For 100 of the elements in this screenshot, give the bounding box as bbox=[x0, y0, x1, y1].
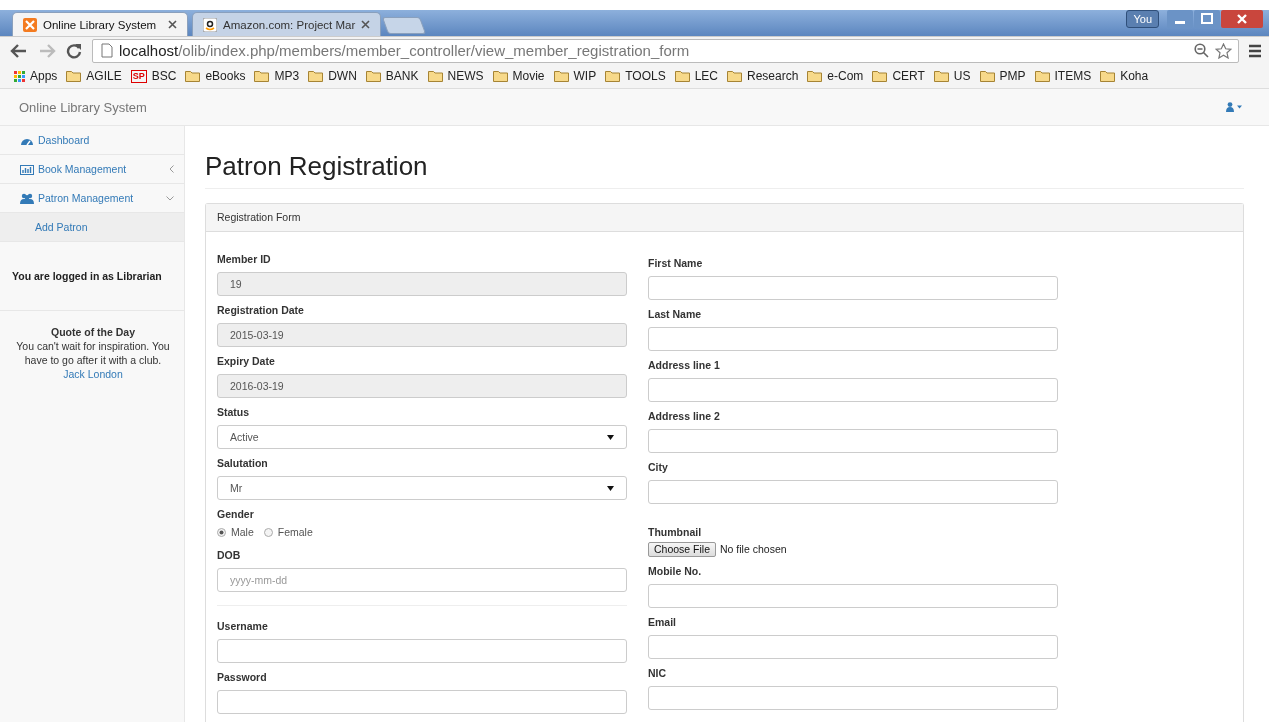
bookmark-item[interactable]: SP BSC bbox=[130, 69, 177, 83]
sidebar-item[interactable]: Dashboard bbox=[0, 126, 184, 155]
bookmark-item[interactable]: ITEMS bbox=[1034, 69, 1092, 83]
folder-icon bbox=[254, 70, 270, 82]
bookmark-item[interactable]: CERT bbox=[872, 69, 925, 83]
app-favicon-icon bbox=[23, 17, 37, 32]
folder-icon bbox=[872, 70, 888, 82]
field-label: City bbox=[648, 460, 669, 474]
browser-tab[interactable]: Amazon.com: Project Mar bbox=[192, 12, 382, 36]
field-label: Username bbox=[217, 619, 269, 633]
folder-icon bbox=[933, 70, 949, 82]
panel-heading: Registration Form bbox=[206, 204, 1243, 232]
page-icon bbox=[101, 43, 113, 58]
folder-icon bbox=[1034, 70, 1050, 82]
folder-icon bbox=[727, 70, 742, 82]
close-icon[interactable] bbox=[1221, 10, 1263, 28]
shop-favicon-icon bbox=[203, 17, 217, 32]
input-field[interactable] bbox=[648, 429, 1058, 453]
field-label: Gender bbox=[217, 507, 255, 521]
field-label: Thumbnail bbox=[648, 525, 703, 539]
bookmark-item[interactable]: Research bbox=[727, 69, 799, 83]
app-brand[interactable]: Online Library System bbox=[19, 99, 147, 115]
user-badge[interactable]: You bbox=[1126, 10, 1159, 28]
folder-icon bbox=[674, 70, 690, 82]
field-label: Registration Date bbox=[217, 303, 305, 317]
back-icon[interactable] bbox=[10, 42, 28, 59]
bookmark-item[interactable]: PMP bbox=[979, 69, 1026, 83]
apps-grid-icon bbox=[14, 70, 25, 82]
close-icon[interactable] bbox=[168, 20, 177, 29]
bookmark-item[interactable]: NEWS bbox=[427, 69, 484, 83]
input-field[interactable] bbox=[648, 378, 1058, 402]
bookmark-item[interactable]: LEC bbox=[674, 69, 718, 83]
input-field[interactable] bbox=[648, 276, 1058, 300]
input-field: 2015-03-19 bbox=[217, 323, 627, 347]
star-icon[interactable] bbox=[1215, 42, 1232, 59]
sidebar-subitem[interactable]: Add Patron bbox=[0, 213, 184, 242]
input-field[interactable]: yyyy-mm-dd bbox=[217, 568, 627, 592]
field-label: Password bbox=[217, 670, 268, 684]
user-menu-icon[interactable] bbox=[1226, 102, 1242, 112]
forward-icon[interactable] bbox=[38, 42, 56, 59]
reload-icon[interactable] bbox=[66, 42, 82, 59]
sidebar-item[interactable]: Book Management bbox=[0, 155, 184, 184]
choose-file-button[interactable]: Choose File bbox=[648, 541, 717, 557]
input-field[interactable] bbox=[217, 639, 627, 663]
bookmark-item[interactable]: Movie bbox=[492, 69, 545, 83]
radio-option[interactable]: Female bbox=[263, 526, 313, 538]
field-label: Salutation bbox=[217, 456, 269, 470]
new-tab-button[interactable] bbox=[382, 17, 427, 34]
login-status: You are logged in as Librarian bbox=[0, 242, 184, 311]
quote-heading: Quote of the Day bbox=[50, 325, 136, 339]
browser-tab[interactable]: Online Library System bbox=[12, 12, 188, 36]
dropdown-arrow-icon bbox=[607, 485, 614, 491]
menu-icon[interactable] bbox=[1249, 43, 1261, 58]
input-field[interactable] bbox=[648, 327, 1058, 351]
folder-icon bbox=[807, 70, 823, 82]
dropdown[interactable]: Active bbox=[217, 425, 627, 449]
field-label: Expiry Date bbox=[217, 354, 276, 368]
dropdown-arrow-icon bbox=[607, 434, 614, 440]
bookmark-item[interactable]: BANK bbox=[365, 69, 419, 83]
bookmark-item[interactable]: eBooks bbox=[185, 69, 246, 83]
field-label: Status bbox=[217, 405, 251, 419]
folder-icon bbox=[66, 70, 82, 82]
bookmark-item[interactable]: Apps bbox=[14, 69, 58, 83]
input-field[interactable] bbox=[648, 584, 1058, 608]
field-label: Last Name bbox=[648, 307, 703, 321]
bookmark-item[interactable]: e-Com bbox=[807, 69, 864, 83]
bookmark-item[interactable]: MP3 bbox=[254, 69, 300, 83]
folder-icon bbox=[427, 70, 443, 82]
input-field[interactable] bbox=[648, 686, 1058, 710]
folder-icon bbox=[553, 70, 569, 82]
bar-chart-icon bbox=[20, 163, 34, 175]
input-field[interactable] bbox=[217, 690, 627, 714]
folder-icon bbox=[365, 70, 381, 82]
bookmark-item[interactable]: WIP bbox=[553, 69, 597, 83]
dropdown[interactable]: Mr bbox=[217, 476, 627, 500]
bookmark-item[interactable]: Koha bbox=[1100, 69, 1149, 83]
bookmark-item[interactable]: DWN bbox=[308, 69, 357, 83]
radio-option[interactable]: Male bbox=[217, 526, 254, 538]
field-label: Address line 2 bbox=[648, 409, 721, 423]
folder-icon bbox=[492, 70, 508, 82]
bookmark-badge: SP bbox=[130, 69, 147, 83]
bookmark-item[interactable]: TOOLS bbox=[605, 69, 666, 83]
bookmark-item[interactable]: US bbox=[933, 69, 971, 83]
input-field: 19 bbox=[217, 272, 627, 296]
field-label: NIC bbox=[648, 666, 668, 680]
minimize-icon[interactable] bbox=[1167, 10, 1193, 28]
input-field[interactable] bbox=[648, 480, 1058, 504]
folder-icon bbox=[1100, 70, 1116, 82]
bookmark-item[interactable]: AGILE bbox=[66, 69, 122, 83]
folder-icon bbox=[185, 70, 201, 82]
input-field: 2016-03-19 bbox=[217, 374, 627, 398]
address-bar[interactable]: localhost/olib/index.php/members/member_controller/view_member_registration_form bbox=[92, 38, 1239, 63]
close-icon[interactable] bbox=[361, 20, 371, 29]
page-title: Patron Registration bbox=[205, 148, 1244, 189]
url-text: localhost/olib/index.php/members/member_controller/view_member_registration_form bbox=[119, 42, 690, 59]
maximize-icon[interactable] bbox=[1194, 10, 1220, 28]
quote-author[interactable]: Jack London bbox=[8, 367, 178, 381]
zoom-out-icon[interactable] bbox=[1194, 43, 1209, 58]
input-field[interactable] bbox=[648, 635, 1058, 659]
field-label: Address line 1 bbox=[648, 358, 721, 372]
